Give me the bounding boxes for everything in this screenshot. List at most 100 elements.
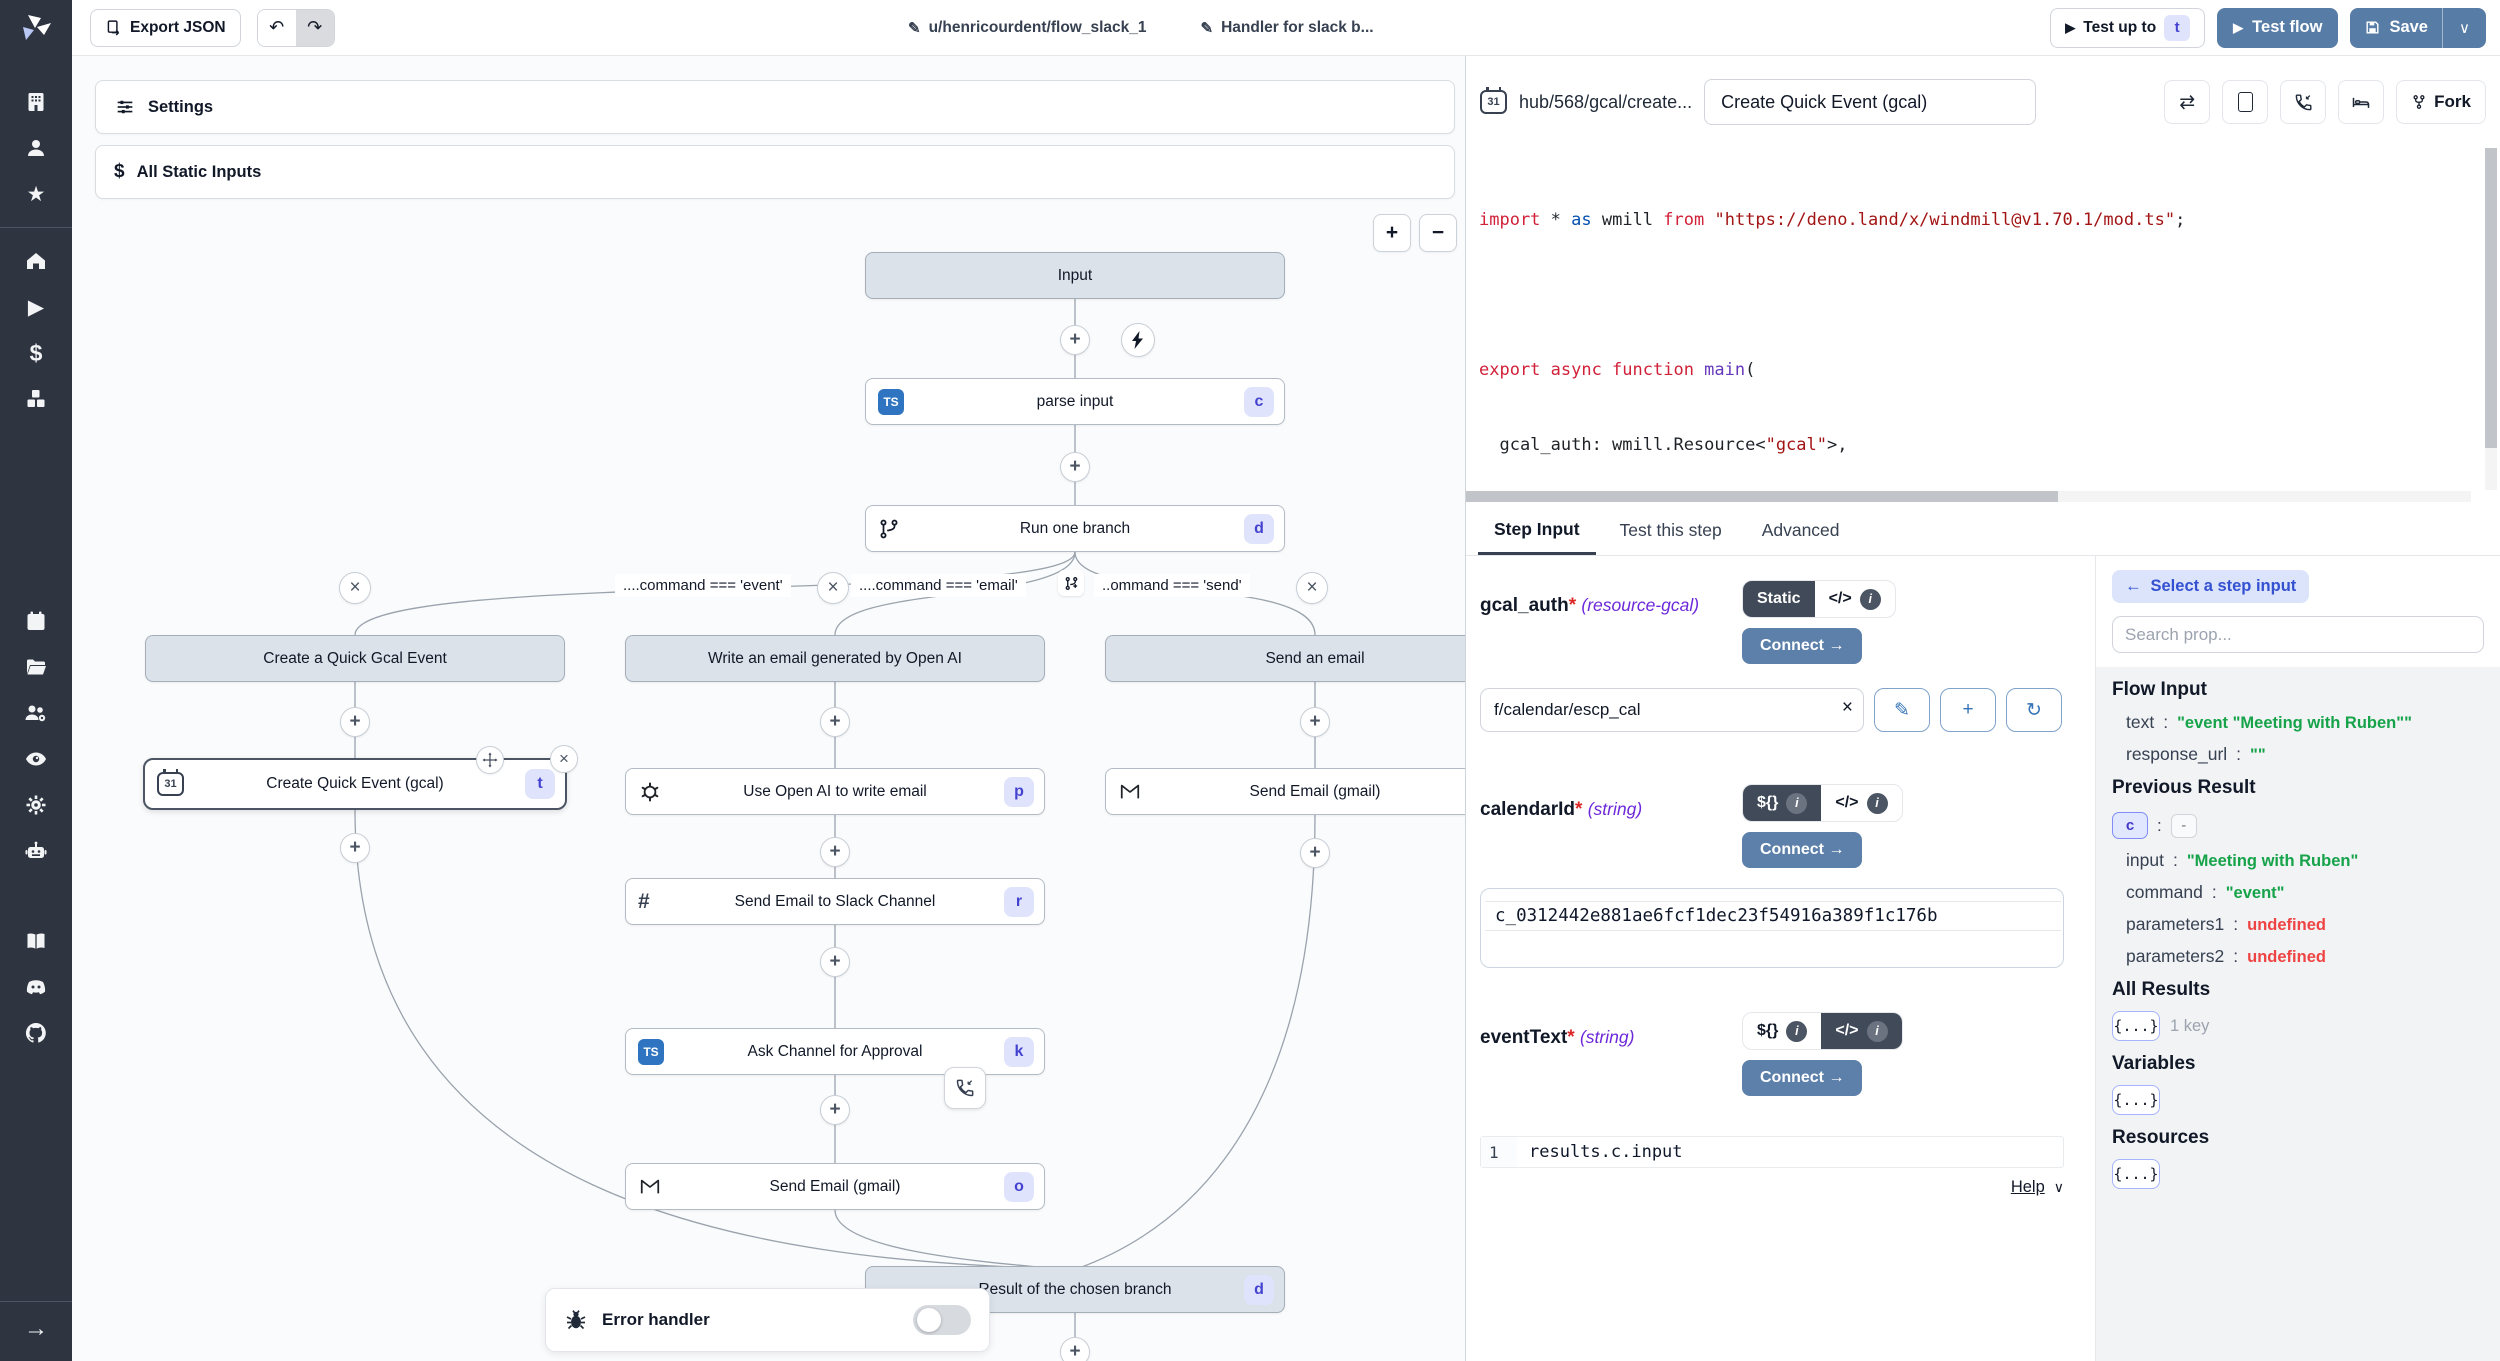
variables-dollar-icon[interactable]: $ (14, 333, 58, 373)
windmill-logo[interactable] (0, 0, 72, 56)
resources-cubes-icon[interactable] (14, 379, 58, 419)
groups-users-icon[interactable] (14, 693, 58, 733)
code-horizontal-scrollbar[interactable] (1466, 491, 2471, 502)
mode-code-button[interactable]: </>i (1821, 785, 1901, 821)
step-name-input[interactable]: Create Quick Event (gcal) (1704, 79, 2036, 125)
chevron-down-icon[interactable]: ∨ (2054, 1179, 2064, 1196)
collapse-result-button[interactable]: - (2171, 814, 2197, 838)
prop-row-command[interactable]: command:"event" (2126, 882, 2484, 903)
folders-icon[interactable] (14, 647, 58, 687)
node-send-email-gmail-right[interactable]: Send Email (gmail) (1105, 768, 1465, 815)
node-send-email-slack[interactable]: # Send Email to Slack Channel r (625, 878, 1045, 925)
insert-step-button[interactable]: + (820, 947, 850, 977)
resource-path-input[interactable] (1480, 688, 1864, 732)
zoom-out-button[interactable]: − (1419, 214, 1457, 252)
prop-row-response-url[interactable]: response_url:"" (2126, 744, 2484, 765)
cache-swap-button[interactable]: ⇄ (2164, 80, 2210, 124)
select-step-input-button[interactable]: ← Select a step input (2112, 570, 2309, 603)
workspace-icon[interactable] (14, 82, 58, 122)
node-input[interactable]: Input (865, 252, 1285, 299)
insert-step-button[interactable]: + (820, 707, 850, 737)
clear-resource-icon[interactable]: × (1842, 697, 1853, 719)
edit-resource-button[interactable]: ✎ (1874, 688, 1930, 732)
insert-step-button[interactable]: + (340, 833, 370, 863)
prev-step-badge[interactable]: c (2112, 812, 2148, 839)
sleep-bed-button[interactable] (2338, 80, 2384, 124)
save-button[interactable]: Save (2350, 8, 2442, 48)
fork-button[interactable]: Fork (2396, 80, 2486, 124)
save-more-button[interactable]: ∨ (2442, 8, 2486, 48)
audit-eye-icon[interactable] (14, 739, 58, 779)
redo-button[interactable]: ↷ (296, 10, 334, 46)
add-resource-button[interactable]: + (1940, 688, 1996, 732)
resources-expand-button[interactable]: {...} (2112, 1159, 2160, 1189)
prop-row-input[interactable]: input:"Meeting with Ruben" (2126, 850, 2484, 871)
add-branch-icon[interactable] (1058, 570, 1084, 596)
node-send-email-gmail-mid[interactable]: Send Email (gmail) o (625, 1163, 1045, 1210)
calendar-id-value-input[interactable]: c_0312442e881ae6fcf1dec23f54916a389f1c17… (1480, 888, 2064, 968)
branch-header-2[interactable]: Write an email generated by Open AI (625, 635, 1045, 682)
suspend-approval-button[interactable] (944, 1067, 986, 1109)
prop-row-parameters2[interactable]: parameters2:undefined (2126, 946, 2484, 967)
trigger-lightning-button[interactable] (1121, 323, 1155, 357)
insert-step-button[interactable]: + (820, 1095, 850, 1125)
event-text-connect-button[interactable]: Connect → (1742, 1060, 1862, 1096)
search-prop-input[interactable] (2112, 616, 2484, 653)
undo-button[interactable]: ↶ (258, 10, 296, 46)
branch-header-3[interactable]: Send an email (1105, 635, 1465, 682)
mode-template-button[interactable]: ${}i (1743, 1013, 1821, 1049)
mode-code-button[interactable]: </>i (1821, 1013, 1901, 1049)
error-handler-toggle[interactable] (913, 1305, 971, 1335)
mock-square-button[interactable] (2222, 80, 2268, 124)
tab-test-this-step[interactable]: Test this step (1604, 506, 1738, 555)
test-up-to-button[interactable]: ▶ Test up to t (2050, 8, 2205, 48)
remove-branch-button[interactable]: × (339, 572, 371, 604)
flow-summary-edit[interactable]: ✎ Handler for slack b... (1201, 19, 1374, 37)
flow-canvas[interactable]: Settings $ All Static Inputs + − Input +… (72, 56, 1465, 1361)
insert-step-button[interactable]: + (1300, 707, 1330, 737)
zoom-in-button[interactable]: + (1373, 214, 1411, 252)
flow-path-edit[interactable]: ✎ u/henricourdent/flow_slack_1 (908, 19, 1147, 37)
prop-row-text[interactable]: text:"event "Meeting with Ruben"" (2126, 712, 2484, 733)
all-results-expand-button[interactable]: {...} (2112, 1011, 2160, 1041)
favorites-star-icon[interactable]: ★ (14, 174, 58, 214)
mode-code-button[interactable]: </>i (1815, 581, 1895, 617)
runs-play-icon[interactable]: ▶ (14, 287, 58, 327)
insert-step-button[interactable]: + (1060, 325, 1090, 355)
home-icon[interactable] (14, 241, 58, 281)
insert-step-button[interactable]: + (1300, 838, 1330, 868)
export-json-button[interactable]: Export JSON (90, 9, 241, 47)
collapse-arrow-icon[interactable]: → (14, 1309, 58, 1349)
insert-step-button[interactable]: + (1060, 452, 1090, 482)
code-editor[interactable]: import * as wmill from "https://deno.lan… (1466, 148, 2500, 506)
tab-advanced[interactable]: Advanced (1746, 506, 1856, 555)
insert-step-button[interactable]: + (1060, 1337, 1090, 1361)
mode-static-button[interactable]: Static (1743, 581, 1815, 617)
remove-branch-button[interactable]: × (1296, 572, 1328, 604)
move-step-handle[interactable] (476, 746, 504, 774)
schedules-calendar-icon[interactable] (14, 601, 58, 641)
hub-script-path[interactable]: hub/568/gcal/create... (1519, 92, 1692, 113)
settings-gear-icon[interactable] (14, 785, 58, 825)
test-flow-button[interactable]: ▶ Test flow (2217, 8, 2338, 48)
event-text-expression-editor[interactable]: 1 results.c.input (1480, 1136, 2064, 1168)
node-openai-write-email[interactable]: Use Open AI to write email p (625, 768, 1045, 815)
workers-robot-icon[interactable] (14, 831, 58, 871)
remove-branch-button[interactable]: × (817, 572, 849, 604)
delete-step-button[interactable]: × (550, 745, 578, 773)
refresh-resource-button[interactable]: ↻ (2006, 688, 2062, 732)
calendar-id-connect-button[interactable]: Connect → (1742, 832, 1862, 868)
code-vertical-scrollbar[interactable] (2485, 148, 2497, 490)
props-scroll-area[interactable]: Flow Input text:"event "Meeting with Rub… (2096, 667, 2500, 1361)
node-create-quick-event-selected[interactable]: 31 Create Quick Event (gcal) t × (143, 758, 567, 810)
gcal-auth-connect-button[interactable]: Connect → (1742, 628, 1862, 664)
suspend-phone-button[interactable] (2280, 80, 2326, 124)
node-parse-input[interactable]: TS parse input c (865, 378, 1285, 425)
node-ask-channel-approval[interactable]: TS Ask Channel for Approval k (625, 1028, 1045, 1075)
insert-step-button[interactable]: + (820, 837, 850, 867)
error-handler-card[interactable]: Error handler (545, 1288, 990, 1352)
prop-row-parameters1[interactable]: parameters1:undefined (2126, 914, 2484, 935)
variables-expand-button[interactable]: {...} (2112, 1085, 2160, 1115)
branch-header-1[interactable]: Create a Quick Gcal Event (145, 635, 565, 682)
docs-book-icon[interactable] (14, 921, 58, 961)
